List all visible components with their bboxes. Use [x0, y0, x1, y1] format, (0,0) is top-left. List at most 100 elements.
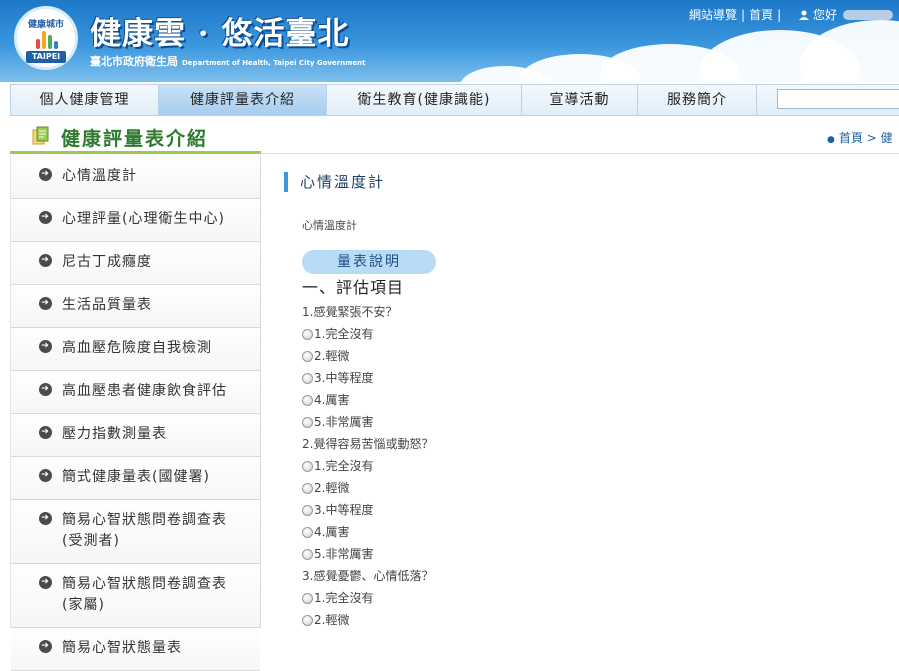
nav-health-education[interactable]: 衛生教育(健康識能) — [327, 85, 522, 115]
arrow-right-icon: ➔ — [39, 211, 52, 224]
sidebar-item-label: 簡易心智狀態量表 — [62, 640, 182, 656]
radio-button[interactable] — [302, 373, 313, 384]
option-q1-5[interactable]: 5.非常厲害 — [302, 411, 862, 433]
radio-button[interactable] — [302, 549, 313, 560]
option-q1-1[interactable]: 1.完全沒有 — [302, 323, 862, 345]
arrow-right-icon: ➔ — [39, 383, 52, 396]
sidebar-item-brief-health[interactable]: ➔ 簡式健康量表(國健署) — [11, 457, 260, 500]
option-q3-1[interactable]: 1.完全沒有 — [302, 587, 862, 609]
radio-button[interactable] — [302, 461, 313, 472]
sidebar-item-quality-of-life[interactable]: ➔ 生活品質量表 — [11, 285, 260, 328]
sidebar-item-label: 心理評量(心理衛生中心) — [62, 211, 225, 227]
user-name-redacted — [843, 10, 893, 20]
nav-events[interactable]: 宣導活動 — [522, 85, 638, 115]
radio-button[interactable] — [302, 615, 313, 626]
question-text: 1.感覺緊張不安？ — [302, 305, 398, 319]
sidebar-item-label: 生活品質量表 — [62, 297, 152, 313]
option-label: 4.厲害 — [314, 393, 350, 407]
logo-badge: TAIPEI — [26, 51, 66, 63]
arrow-right-icon: ➔ — [39, 340, 52, 353]
arrow-right-icon: ➔ — [39, 576, 52, 589]
option-q2-2[interactable]: 2.輕微 — [302, 477, 862, 499]
radio-button[interactable] — [302, 483, 313, 494]
breadcrumb: ● 首頁 > 健 — [827, 129, 893, 146]
question-text: 2.覺得容易苦惱或動怒？ — [302, 437, 434, 451]
sidebar-item-label: 簡易心智狀態問卷調查表(受測者) — [62, 512, 227, 549]
sidebar-item-label: 心情溫度計 — [62, 168, 137, 184]
option-label: 3.中等程度 — [314, 503, 374, 517]
option-q2-5[interactable]: 5.非常厲害 — [302, 543, 862, 565]
section-heading: 一、評估項目 — [302, 278, 405, 297]
option-label: 5.非常厲害 — [314, 547, 374, 561]
radio-button[interactable] — [302, 417, 313, 428]
cloud-decoration — [800, 20, 899, 82]
sidebar-item-nicotine[interactable]: ➔ 尼古丁成癮度 — [11, 242, 260, 285]
sidebar-item-mmse-scale[interactable]: ➔ 簡易心智狀態量表 — [11, 628, 260, 671]
sidebar-item-label: 壓力指數測量表 — [62, 426, 167, 442]
sidebar-item-hypertension-risk[interactable]: ➔ 高血壓危險度自我檢測 — [11, 328, 260, 371]
taipei-logo[interactable]: 健康城市 TAIPEI — [14, 6, 78, 70]
sidebar-item-mood-thermometer[interactable]: ➔ 心情溫度計 — [11, 156, 260, 199]
arrow-right-icon: ➔ — [39, 426, 52, 439]
sidebar-item-label: 高血壓危險度自我檢測 — [62, 340, 212, 356]
option-q1-2[interactable]: 2.輕微 — [302, 345, 862, 367]
question-list: 1.感覺緊張不安？ 1.完全沒有 2.輕微 3.中等程度 4.厲害 5.非常厲害… — [302, 301, 862, 631]
sidebar-item-mmse-family[interactable]: ➔ 簡易心智狀態問卷調查表(家屬) — [11, 564, 260, 628]
site-subtitle-en: Department of Health, Taipei City Govern… — [182, 59, 366, 67]
option-q2-3[interactable]: 3.中等程度 — [302, 499, 862, 521]
nav-about[interactable]: 服務簡介 — [638, 85, 757, 115]
radio-button[interactable] — [302, 593, 313, 604]
option-label: 1.完全沒有 — [314, 327, 374, 341]
breadcrumb-home[interactable]: 首頁 — [839, 131, 863, 145]
scale-description-tab[interactable]: 量表說明 — [302, 250, 436, 274]
sidebar-item-mmse-subject[interactable]: ➔ 簡易心智狀態問卷調查表(受測者) — [11, 500, 260, 564]
sidebar-item-stress-index[interactable]: ➔ 壓力指數測量表 — [11, 414, 260, 457]
sidebar-item-label: 尼古丁成癮度 — [62, 254, 152, 270]
sidebar-item-mental-assessment[interactable]: ➔ 心理評量(心理衛生中心) — [11, 199, 260, 242]
option-label: 2.輕微 — [314, 349, 350, 363]
arrow-right-icon: ➔ — [39, 297, 52, 310]
arrow-right-icon: ➔ — [39, 254, 52, 267]
page-subline: 心情溫度計 — [302, 219, 357, 232]
logo-top-text: 健康城市 — [27, 20, 64, 30]
option-q2-1[interactable]: 1.完全沒有 — [302, 455, 862, 477]
breadcrumb-separator: > — [866, 131, 877, 145]
radio-button[interactable] — [302, 395, 313, 406]
option-label: 4.厲害 — [314, 525, 350, 539]
user-icon — [798, 10, 809, 20]
radio-button[interactable] — [302, 505, 313, 516]
site-title: 健康雲 · 悠活臺北 — [90, 16, 350, 52]
option-label: 2.輕微 — [314, 481, 350, 495]
bullet-icon: ● — [827, 135, 835, 145]
logo-bars-icon — [36, 31, 58, 49]
section-title: 健康評量表介紹 — [61, 128, 209, 150]
nav-health-assessment[interactable]: 健康評量表介紹 — [159, 85, 327, 115]
option-label: 3.中等程度 — [314, 371, 374, 385]
option-q2-4[interactable]: 4.厲害 — [302, 521, 862, 543]
arrow-right-icon: ➔ — [39, 640, 52, 653]
main-nav: 個人健康管理 健康評量表介紹 衛生教育(健康識能) 宣導活動 服務簡介 — [0, 82, 899, 118]
question-text: 3.感覺憂鬱、心情低落？ — [302, 569, 434, 583]
option-label: 1.完全沒有 — [314, 591, 374, 605]
radio-button[interactable] — [302, 527, 313, 538]
arrow-right-icon: ➔ — [39, 469, 52, 482]
site-subtitle: 臺北市政府衛生局 Department of Health, Taipei Cit… — [90, 53, 366, 69]
sidebar: ➔ 心情溫度計 ➔ 心理評量(心理衛生中心) ➔ 尼古丁成癮度 ➔ 生活品質量表 ➔ 高血… — [10, 156, 261, 671]
option-label: 1.完全沒有 — [314, 459, 374, 473]
radio-button[interactable] — [302, 329, 313, 340]
nav-personal-health[interactable]: 個人健康管理 — [11, 85, 159, 115]
site-subtitle-zh: 臺北市政府衛生局 — [90, 55, 178, 68]
option-label: 2.輕微 — [314, 613, 350, 627]
option-q1-4[interactable]: 4.厲害 — [302, 389, 862, 411]
sidebar-item-hypertension-diet[interactable]: ➔ 高血壓患者健康飲食評估 — [11, 371, 260, 414]
main-nav-bar: 個人健康管理 健康評量表介紹 衛生教育(健康識能) 宣導活動 服務簡介 — [10, 84, 899, 116]
radio-button[interactable] — [302, 351, 313, 362]
option-q1-3[interactable]: 3.中等程度 — [302, 367, 862, 389]
section-bar: 健康評量表介紹 ● 首頁 > 健 — [10, 118, 899, 154]
sitemap-link[interactable]: 網站導覽 — [689, 8, 737, 22]
arrow-right-icon: ➔ — [39, 168, 52, 181]
breadcrumb-current[interactable]: 健 — [881, 131, 893, 145]
search-input[interactable] — [777, 89, 899, 109]
home-link[interactable]: 首頁 — [749, 8, 773, 22]
sidebar-item-label: 高血壓患者健康飲食評估 — [62, 383, 227, 399]
